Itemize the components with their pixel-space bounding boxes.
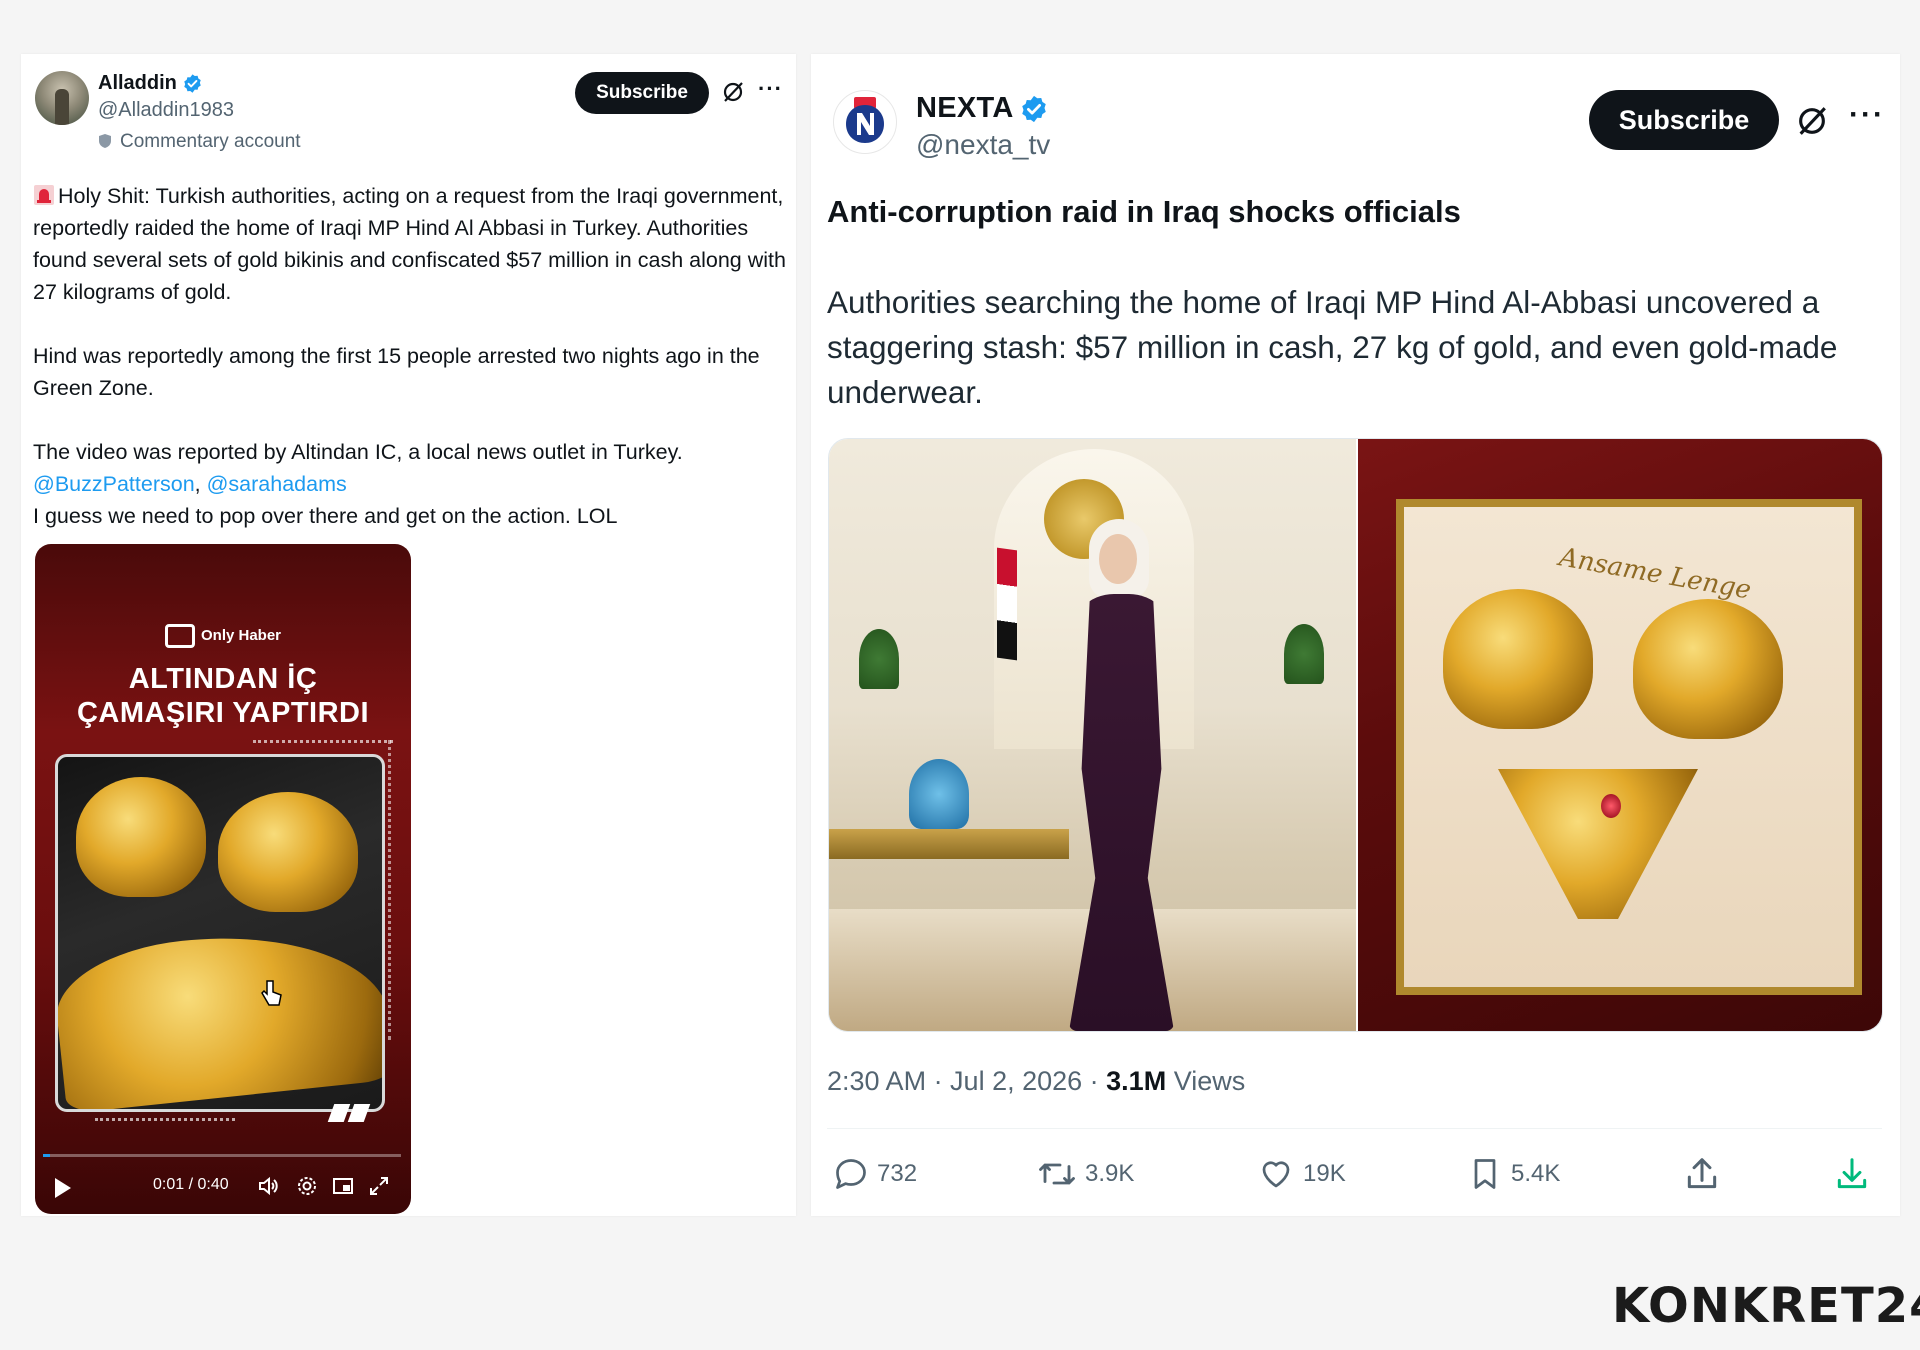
tweet-paragraph: Hind was reportedly among the first 15 p… xyxy=(33,340,793,404)
video-title-line: ÇAMAŞIRI YAPTIRDI xyxy=(76,697,370,729)
paragraph-2: Hind was reportedly among the first 15 p… xyxy=(33,344,760,400)
action-bar: 732 3.9K 19K 5.4K xyxy=(827,1152,1887,1196)
avatar[interactable] xyxy=(833,90,897,154)
like-button[interactable]: 19K xyxy=(1257,1152,1346,1196)
left-tweet-card: Alladdin @Alladdin1983 Commentary accoun… xyxy=(21,54,796,1216)
tweet-text: Holy Shit: Turkish authorities, acting o… xyxy=(33,180,793,532)
tweet-headline: Anti-corruption raid in Iraq shocks offi… xyxy=(827,194,1461,229)
video-progress-bar[interactable] xyxy=(43,1154,401,1157)
mention-separator: , xyxy=(194,472,207,496)
decorative-dots xyxy=(95,1118,235,1125)
photo-woman-in-hall[interactable] xyxy=(829,439,1356,1031)
author-handle[interactable]: @Alladdin1983 xyxy=(98,99,234,122)
right-tweet-card: NEXTA @nexta_tv Subscribe ··· Anti-corru… xyxy=(811,54,1900,1216)
video-controls: 0:01 / 0:40 xyxy=(45,1172,401,1204)
picture-in-picture-icon[interactable] xyxy=(331,1174,355,1198)
gold-bra-cup xyxy=(76,777,206,897)
author-name-text[interactable]: NEXTA xyxy=(916,92,1014,124)
video-time: 0:01 / 0:40 xyxy=(153,1176,229,1193)
woman-face xyxy=(1099,534,1137,584)
share-button[interactable] xyxy=(1683,1152,1729,1196)
mention-link[interactable]: @sarahadams xyxy=(207,472,347,496)
account-label: Commentary account xyxy=(98,131,301,153)
video-title-line: ALTINDAN İÇ xyxy=(128,663,318,695)
download-icon xyxy=(1837,1158,1867,1189)
gold-bra-cup xyxy=(1633,599,1783,739)
iraqi-flag xyxy=(997,547,1017,661)
tweet-meta: 2:30 AM · Jul 2, 2026 · 3.1M Views xyxy=(827,1066,1245,1097)
gold-underwear xyxy=(58,920,382,1109)
reply-button[interactable]: 732 xyxy=(833,1152,917,1196)
more-options-icon[interactable]: ··· xyxy=(758,76,783,102)
timestamp[interactable]: 2:30 AM · Jul 2, 2026 · xyxy=(827,1066,1106,1096)
video-player[interactable]: Only Haber ALTINDAN İÇ ÇAMAŞIRI YAPTIRDI … xyxy=(35,544,411,1214)
shield-icon xyxy=(99,134,111,148)
table-decor xyxy=(829,829,1069,859)
reply-icon xyxy=(836,1159,866,1189)
like-count: 19K xyxy=(1303,1160,1346,1187)
tweet-paragraph: Holy Shit: Turkish authorities, acting o… xyxy=(33,180,793,308)
video-progress-fill xyxy=(43,1154,51,1157)
last-line: I guess we need to pop over there and ge… xyxy=(33,504,618,528)
views-label: Views xyxy=(1166,1066,1246,1096)
bookmark-count: 5.4K xyxy=(1511,1160,1561,1187)
more-options-icon[interactable]: ··· xyxy=(1849,98,1885,132)
subscribe-button[interactable]: Subscribe xyxy=(1589,90,1779,150)
tweet-media[interactable]: Ansame Lenge xyxy=(828,438,1883,1032)
decorative-dots xyxy=(388,740,395,1040)
plant-decor xyxy=(1284,624,1324,684)
mention-link[interactable]: @BuzzPatterson xyxy=(33,472,195,496)
download-button[interactable] xyxy=(1833,1152,1879,1196)
paragraph-3: The video was reported by Altindan IC, a… xyxy=(33,440,683,464)
konkret24-watermark: KONKRET24 xyxy=(1612,1278,1920,1334)
settings-gear-icon[interactable] xyxy=(295,1174,319,1198)
bookmark-button[interactable]: 5.4K xyxy=(1467,1152,1560,1196)
account-label-text: Commentary account xyxy=(120,131,301,152)
author-name-text[interactable]: Alladdin xyxy=(98,72,177,94)
ruby-gem xyxy=(1601,794,1621,818)
repost-button[interactable]: 3.9K xyxy=(1037,1152,1134,1196)
share-icon xyxy=(1687,1158,1717,1189)
decorative-dots xyxy=(253,740,393,747)
author-handle[interactable]: @nexta_tv xyxy=(916,129,1050,161)
repost-icon xyxy=(1039,1163,1075,1185)
paragraph-1: Holy Shit: Turkish authorities, acting o… xyxy=(33,184,786,304)
volume-icon[interactable] xyxy=(257,1174,281,1198)
gold-bra-cup xyxy=(1443,589,1593,729)
tweet-paragraph: The video was reported by Altindan IC, a… xyxy=(33,436,793,532)
grok-icon[interactable] xyxy=(1795,104,1829,138)
grok-icon[interactable] xyxy=(721,80,745,104)
hand-cursor-icon xyxy=(261,980,282,1006)
author-name[interactable]: Alladdin xyxy=(98,72,203,95)
plant-decor xyxy=(859,629,899,689)
author-name[interactable]: NEXTA xyxy=(916,92,1049,125)
siren-icon xyxy=(34,185,54,205)
video-logo: Only Haber xyxy=(35,624,411,648)
play-icon[interactable] xyxy=(55,1178,71,1198)
heart-icon xyxy=(1262,1161,1290,1188)
repost-count: 3.9K xyxy=(1085,1160,1135,1187)
video-title: ALTINDAN İÇ ÇAMAŞIRI YAPTIRDI xyxy=(35,662,411,730)
subscribe-button[interactable]: Subscribe xyxy=(575,72,709,114)
fullscreen-icon[interactable] xyxy=(367,1174,391,1198)
gold-bra-cup xyxy=(218,792,358,912)
avatar[interactable] xyxy=(35,71,89,125)
video-frame-image xyxy=(55,754,385,1112)
photo-gold-lingerie[interactable]: Ansame Lenge xyxy=(1358,439,1882,1031)
verified-badge-icon xyxy=(1021,96,1046,123)
video-logo-text: Only Haber xyxy=(200,626,282,644)
logo-box-icon xyxy=(164,624,195,648)
views-count: 3.1M xyxy=(1106,1066,1167,1096)
vase-decor xyxy=(909,759,969,829)
divider xyxy=(827,1128,1882,1129)
bookmark-icon xyxy=(1474,1159,1496,1189)
reply-count: 732 xyxy=(877,1160,918,1187)
verified-badge-icon xyxy=(184,74,201,93)
tweet-text: Authorities searching the home of Iraqi … xyxy=(827,284,1838,410)
nexta-logo-icon xyxy=(846,97,884,143)
